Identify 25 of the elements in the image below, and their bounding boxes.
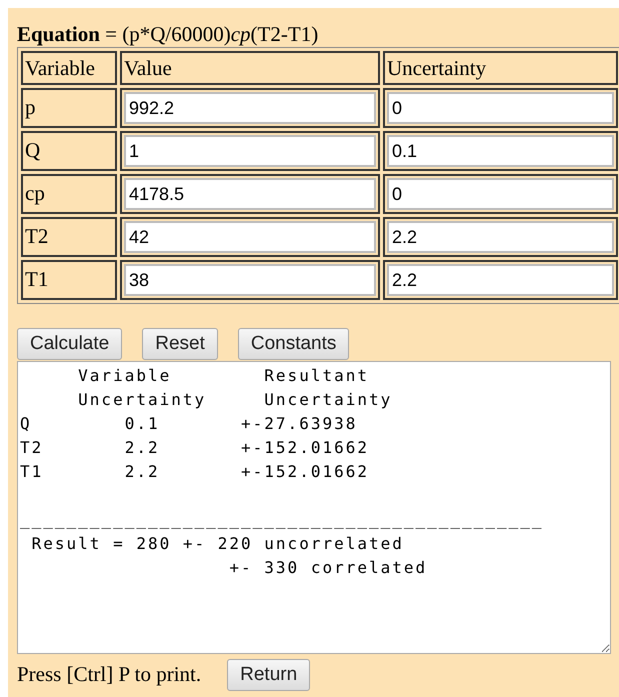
column-header: Uncertainty — [383, 51, 618, 85]
results-field[interactable]: Variable Resultant Uncertainty Uncertainty Q 0.1 +-27.63938 T2 2.2 +-152.01662 T1 2.2 +-152.01662 _____________________________________________ Result = 280 +- 220 uncorrelated +- 330 correlated — [17, 361, 611, 654]
value-input[interactable]: 4178.5 — [124, 178, 376, 210]
variable-cell: cp — [21, 174, 117, 214]
variable-cell: T2 — [21, 217, 117, 257]
variable-cell: Q — [21, 131, 117, 171]
return-button[interactable]: Return — [227, 659, 310, 691]
action-button[interactable]: Calculate — [17, 328, 122, 360]
uncertainty-input[interactable]: 2.2 — [387, 264, 614, 296]
value-input[interactable]: 1 — [124, 135, 376, 167]
uncertainty-input[interactable]: 2.2 — [387, 221, 614, 253]
action-button[interactable]: Constants — [238, 328, 350, 360]
value-input[interactable]: 38 — [124, 264, 376, 296]
column-header: Variable — [21, 51, 117, 85]
action-button[interactable]: Reset — [142, 328, 218, 360]
uncertainty-input[interactable]: 0 — [387, 92, 614, 124]
value-input[interactable]: 992.2 — [124, 92, 376, 124]
uncertainty-input[interactable]: 0.1 — [387, 135, 614, 167]
column-header: Value — [120, 51, 380, 85]
variable-cell: p — [21, 88, 117, 128]
value-input[interactable]: 42 — [124, 221, 376, 253]
print-hint: Press [Ctrl] P to print. — [17, 661, 202, 688]
equation-title: Equation = (p*Q/60000)cp(T2-T1) — [17, 22, 320, 46]
uncertainty-input[interactable]: 0 — [387, 178, 614, 210]
variable-cell: T1 — [21, 260, 117, 300]
